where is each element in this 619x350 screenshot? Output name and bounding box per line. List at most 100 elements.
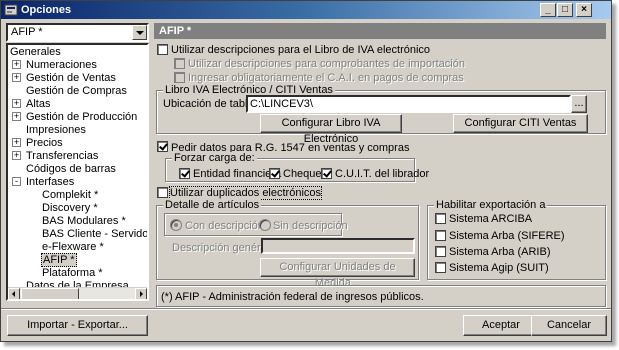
- section-selector-value: AFIP *: [11, 26, 43, 38]
- tree-item-label: Generales: [10, 46, 61, 58]
- cheque-label: Cheque: [283, 168, 322, 180]
- arba-arib-label: Sistema Arba (ARIB): [449, 246, 551, 258]
- footnote-text: (*) AFIP - Administración federal de ing…: [161, 291, 424, 303]
- tree-item-label: Gestión de Ventas: [26, 72, 116, 84]
- tree-item-discovery[interactable]: Discovery *: [42, 202, 98, 214]
- configure-citi-button[interactable]: Configurar CITI Ventas: [453, 114, 588, 133]
- tree-item-codigos-barras[interactable]: Códigos de barras: [26, 163, 116, 175]
- sin-descripcion-radio[interactable]: [259, 219, 271, 231]
- configure-iva-button[interactable]: Configurar Libro IVA Electrónico: [260, 114, 402, 145]
- tree-item-label: BAS Modulares *: [42, 215, 126, 227]
- tree-item-label: e-Flexware *: [42, 241, 104, 253]
- browse-button[interactable]: ...: [571, 95, 587, 113]
- tree-item-generales[interactable]: Generales: [10, 46, 61, 58]
- arba-arib-checkbox[interactable]: [435, 246, 446, 257]
- scroll-left-button[interactable]: [8, 288, 20, 299]
- app-icon: [4, 4, 18, 16]
- title-bar[interactable]: Opciones _ □ ×: [1, 1, 611, 19]
- tree-item-label: Altas: [26, 98, 51, 110]
- tree-item-label: Transferencias: [26, 150, 99, 162]
- arciba-checkbox[interactable]: [435, 213, 446, 224]
- use-descriptions-iva-checkbox[interactable]: [157, 44, 168, 55]
- maximize-button[interactable]: □: [557, 3, 573, 17]
- arba-sifere-checkbox[interactable]: [435, 230, 446, 241]
- chevron-down-icon: [136, 31, 144, 35]
- tree-item-bas-cliente-servidor[interactable]: BAS Cliente - Servidor *: [42, 228, 149, 240]
- tree-item-label: Interfases: [26, 176, 75, 188]
- tree-item-label: Gestión de Producción: [26, 111, 138, 123]
- scroll-right-button[interactable]: [135, 288, 147, 299]
- window-title: Opciones: [21, 4, 72, 16]
- expand-icon[interactable]: +: [12, 151, 21, 160]
- cancel-button[interactable]: Cancelar: [531, 315, 607, 336]
- accept-button[interactable]: Aceptar: [463, 315, 539, 336]
- footnote-box: (*) AFIP - Administración federal de ing…: [156, 285, 606, 307]
- section-selector[interactable]: AFIP *: [6, 23, 149, 42]
- con-descripcion-radio[interactable]: [170, 219, 182, 231]
- detalle-group-title: Detalle de artículos: [163, 199, 262, 211]
- descriptions-import-checkbox[interactable]: [174, 58, 185, 69]
- tree-item-label: Códigos de barras: [26, 163, 116, 175]
- expand-icon[interactable]: +: [12, 99, 21, 108]
- footer-separator: [1, 308, 611, 310]
- use-descriptions-iva-label: Utilizar descripciones para el Libro de …: [171, 44, 431, 56]
- configure-units-button[interactable]: Configurar Unidades de Medida...: [260, 258, 415, 289]
- minimize-button[interactable]: _: [540, 3, 556, 17]
- tree-item-label: BAS Cliente - Servidor *: [42, 228, 149, 240]
- descriptions-import-label: Utilizar descripciones para comprobantes…: [188, 58, 465, 70]
- tree-item-e-flexware[interactable]: e-Flexware *: [42, 241, 104, 253]
- export-group-title: Habilitar exportación a: [434, 199, 548, 211]
- cuit-librador-checkbox[interactable]: [321, 168, 332, 179]
- rg1547-checkbox[interactable]: [157, 141, 168, 152]
- tree-item-label: Plataforma *: [42, 267, 103, 279]
- scroll-thumb[interactable]: [21, 288, 79, 299]
- panel-header: AFIP *: [154, 23, 606, 39]
- options-window: Opciones _ □ × AFIP * Generales + Numera…: [0, 0, 612, 342]
- section-selector-dropdown-button[interactable]: [132, 25, 147, 40]
- import-export-button[interactable]: Importar - Exportar...: [7, 315, 148, 336]
- cai-required-label: Ingresar obligatoriamente el C.A.I. en p…: [188, 72, 464, 84]
- expand-icon[interactable]: +: [12, 73, 21, 82]
- collapse-icon[interactable]: -: [12, 177, 21, 186]
- duplicados-label: Utilizar duplicados electrónicos: [168, 186, 323, 200]
- tree-item-label: Numeraciones: [26, 59, 97, 71]
- arciba-label: Sistema ARCIBA: [449, 213, 533, 225]
- tree-item-label: Impresiones: [26, 124, 86, 136]
- arrow-right-icon: [140, 291, 143, 297]
- tree-item-label: Gestión de Compras: [26, 85, 127, 97]
- close-button[interactable]: ×: [576, 3, 592, 17]
- tree-horizontal-scrollbar[interactable]: [8, 287, 147, 299]
- minimize-icon: _: [545, 4, 551, 15]
- tree-item-gestion-compras[interactable]: Gestión de Compras: [26, 85, 127, 97]
- sin-descripcion-label: Sin descripción: [273, 220, 348, 232]
- tree-item-label: Precios: [26, 137, 63, 149]
- arrow-left-icon: [12, 291, 15, 297]
- tree-item-afip[interactable]: AFIP *: [41, 253, 77, 267]
- tree-item-label: Complekit *: [42, 189, 99, 201]
- con-descripcion-label: Con descripción: [185, 220, 264, 232]
- tree-item-plataforma[interactable]: Plataforma *: [42, 267, 103, 279]
- tree-item-label: AFIP *: [43, 254, 75, 266]
- tree-item-complekit[interactable]: Complekit *: [42, 189, 98, 201]
- maximize-icon: □: [561, 4, 569, 15]
- expand-icon[interactable]: +: [12, 60, 21, 69]
- expand-icon[interactable]: +: [12, 112, 21, 121]
- cai-required-checkbox[interactable]: [174, 72, 185, 83]
- agip-suit-checkbox[interactable]: [435, 262, 446, 273]
- arba-sifere-label: Sistema Arba (SIFERE): [449, 230, 565, 242]
- entidad-financiera-checkbox[interactable]: [179, 168, 190, 179]
- cheque-checkbox[interactable]: [269, 168, 280, 179]
- tree-item-label: Discovery *: [42, 202, 98, 214]
- entidad-financiera-label: Entidad financiera: [193, 168, 282, 180]
- generic-desc-input[interactable]: [261, 238, 415, 254]
- tree-item-bas-modulares[interactable]: BAS Modulares *: [42, 215, 126, 227]
- location-input[interactable]: C:\LINCEV3\: [246, 95, 571, 113]
- forzar-group-title: Forzar carga de:: [172, 152, 257, 164]
- cuit-librador-label: C.U.I.T. del librador: [335, 168, 430, 180]
- expand-icon[interactable]: +: [12, 138, 21, 147]
- panel-title: AFIP *: [159, 25, 192, 37]
- duplicados-checkbox[interactable]: [157, 187, 168, 198]
- close-icon: ×: [581, 4, 587, 15]
- options-tree[interactable]: Generales + Numeraciones + Gestión de Ve…: [6, 43, 149, 301]
- tree-item-impresiones[interactable]: Impresiones: [26, 124, 86, 136]
